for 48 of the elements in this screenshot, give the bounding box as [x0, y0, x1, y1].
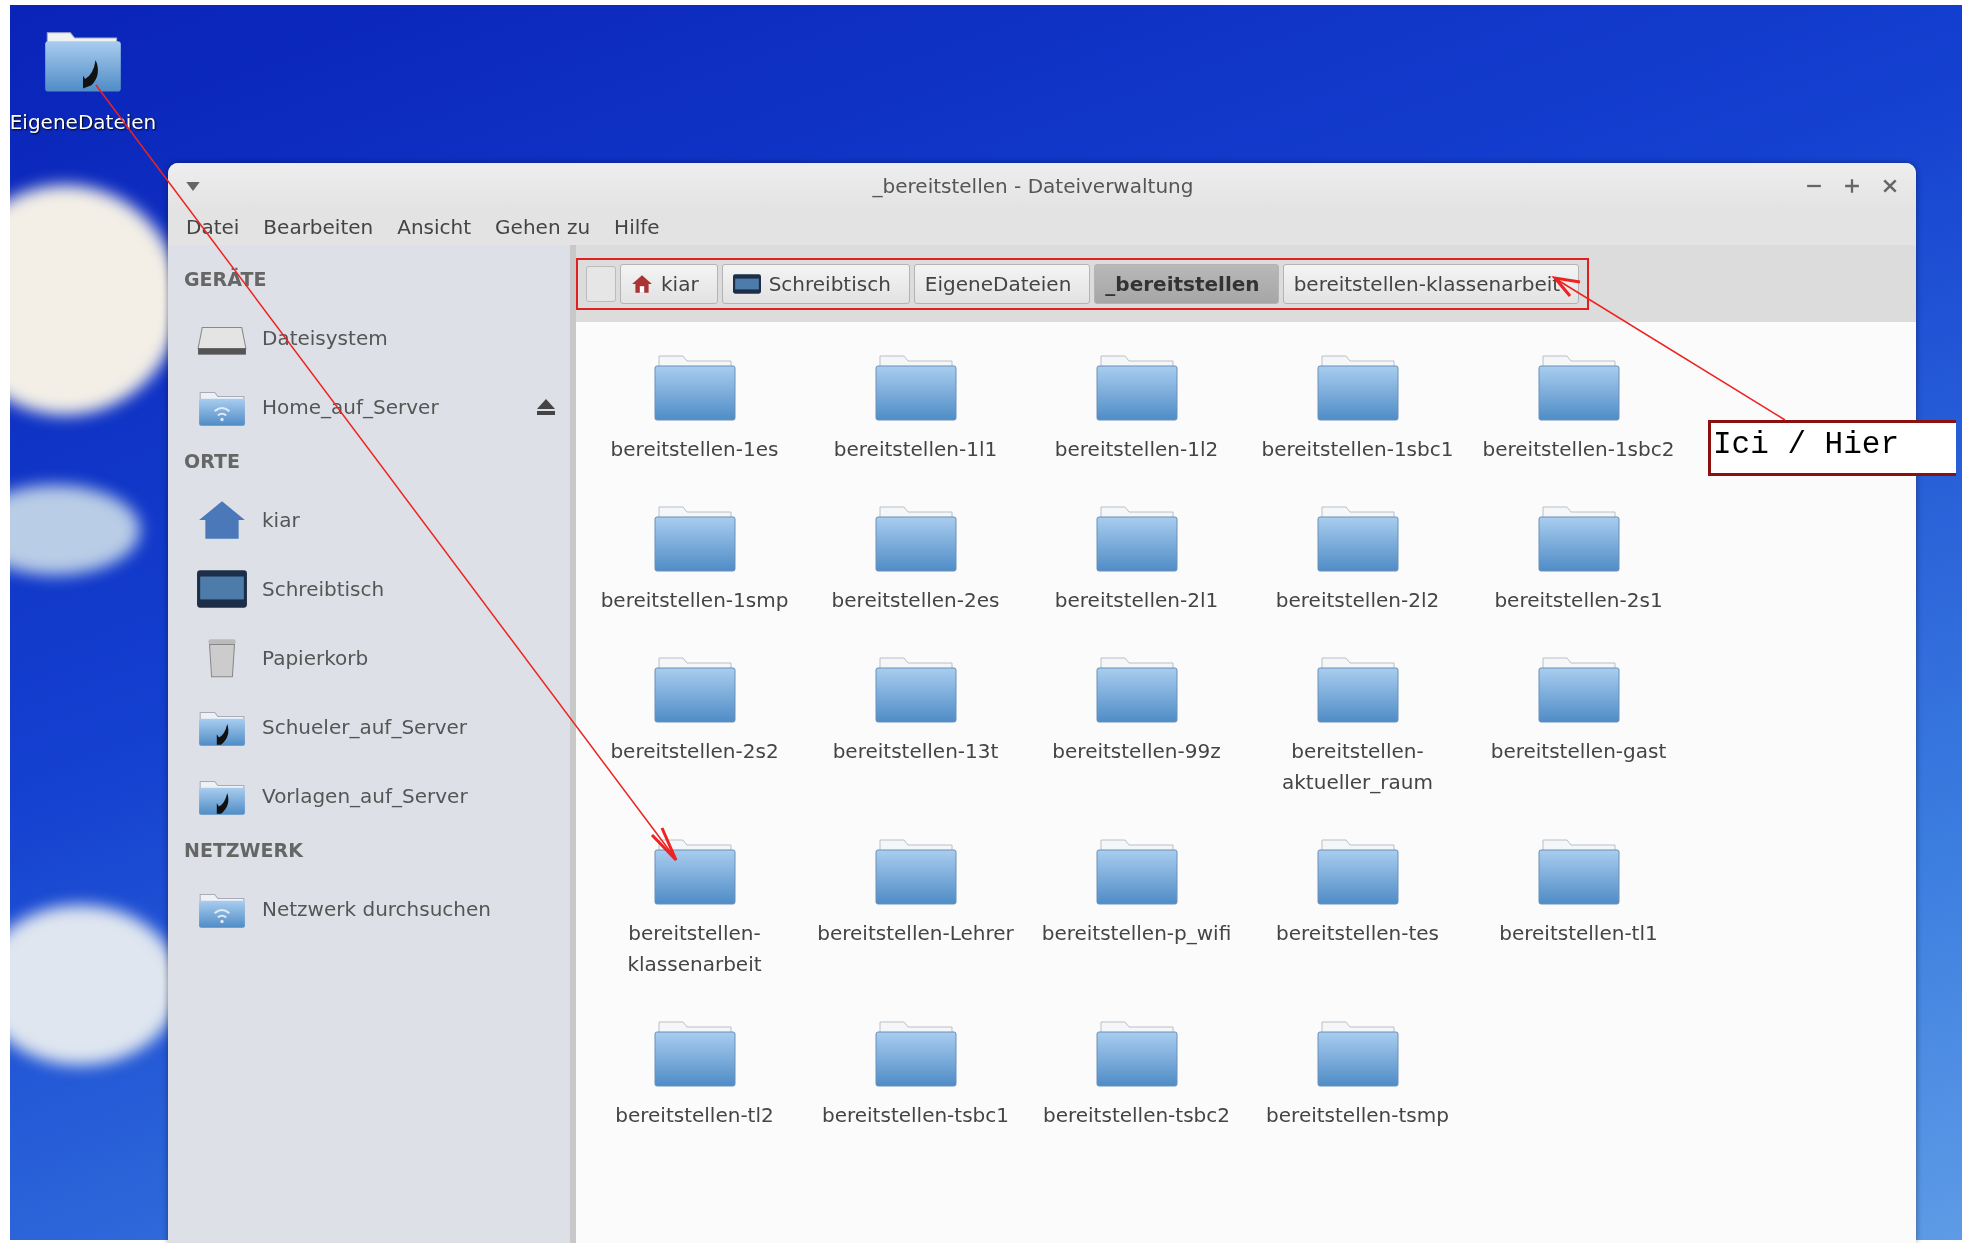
sidebar-heading: NETZWERK [184, 838, 304, 863]
breadcrumb-button[interactable]: kiar [620, 263, 718, 304]
folder-label[interactable]: bereitstellen-tsbc1 [815, 1100, 1016, 1131]
folder-label[interactable]: bereitstellen-1l1 [815, 434, 1016, 465]
folder-label[interactable]: bereitstellen-2s2 [594, 736, 795, 767]
folder-label[interactable]: bereitstellen-1l2 [1036, 434, 1237, 465]
folder-label[interactable]: bereitstellen-2l1 [1036, 585, 1237, 616]
folder-label[interactable]: bereitstellen-tl1 [1478, 918, 1679, 949]
folder-label[interactable]: bereitstellen-gast [1478, 736, 1679, 767]
breadcrumb-button[interactable]: EigeneDateien [913, 263, 1091, 304]
breadcrumb-button[interactable]: Schreibtisch [721, 263, 910, 304]
folder-label[interactable]: bereitstellen-2s1 [1478, 585, 1679, 616]
folder-label[interactable]: bereitstellen-1sbc2 [1478, 434, 1679, 465]
eject-icon[interactable] [536, 397, 556, 416]
folder-label[interactable]: bereitstellen-2l2 [1257, 585, 1458, 616]
menu-item[interactable]: Bearbeiten [253, 213, 384, 241]
annotation-label: Ici / Hier [1708, 420, 1956, 476]
window-menu-icon[interactable] [186, 181, 200, 191]
menu-item[interactable]: Ansicht [387, 213, 482, 241]
folder-label[interactable]: bereitstellen-1sbc1 [1257, 434, 1458, 465]
folder-label[interactable]: bereitstellen-klassenarbeit [594, 918, 795, 980]
folder-label[interactable]: bereitstellen-1es [594, 434, 795, 465]
screen-icon [732, 272, 761, 295]
sidebar-item[interactable]: Schueler_auf_Server [262, 714, 467, 739]
close-icon[interactable] [1882, 178, 1898, 194]
sidebar-item[interactable]: Netzwerk durchsuchen [262, 896, 491, 921]
sidebar-item[interactable]: Papierkorb [262, 645, 369, 670]
folder-label[interactable]: bereitstellen-Lehrer [815, 918, 1016, 949]
sidebar-item[interactable]: kiar [262, 507, 300, 532]
folder-label[interactable]: bereitstellen-13t [815, 736, 1016, 767]
sidebar-item[interactable]: Vorlagen_auf_Server [262, 783, 468, 808]
folder-label[interactable]: bereitstellen-99z [1036, 736, 1237, 767]
folder-label[interactable]: bereitstellen-tes [1257, 918, 1458, 949]
menu-item[interactable]: Hilfe [604, 213, 670, 241]
folder-label[interactable]: bereitstellen-1smp [594, 585, 795, 616]
breadcrumb-button[interactable]: _bereitstellen [1094, 263, 1279, 304]
maximize-icon[interactable] [1844, 178, 1860, 194]
folder-label[interactable]: bereitstellen-aktueller_raum [1257, 736, 1458, 798]
sidebar-item[interactable]: Schreibtisch [262, 576, 385, 601]
folder-label[interactable]: bereitstellen-tl2 [594, 1100, 795, 1131]
folder-label[interactable]: bereitstellen-tsmp [1257, 1100, 1458, 1131]
folder-label[interactable]: bereitstellen-tsbc2 [1036, 1100, 1237, 1131]
sidebar-heading: ORTE [184, 449, 241, 474]
breadcrumb-button[interactable]: bereitstellen-klassenarbeit [1282, 263, 1580, 304]
folder-label[interactable]: bereitstellen-p_wifi [1036, 918, 1237, 949]
folder-label[interactable]: bereitstellen-2es [815, 585, 1016, 616]
menu-item[interactable]: Gehen zu [485, 213, 601, 241]
window-title: _bereitstellen - Dateiverwaltung [871, 174, 1195, 198]
